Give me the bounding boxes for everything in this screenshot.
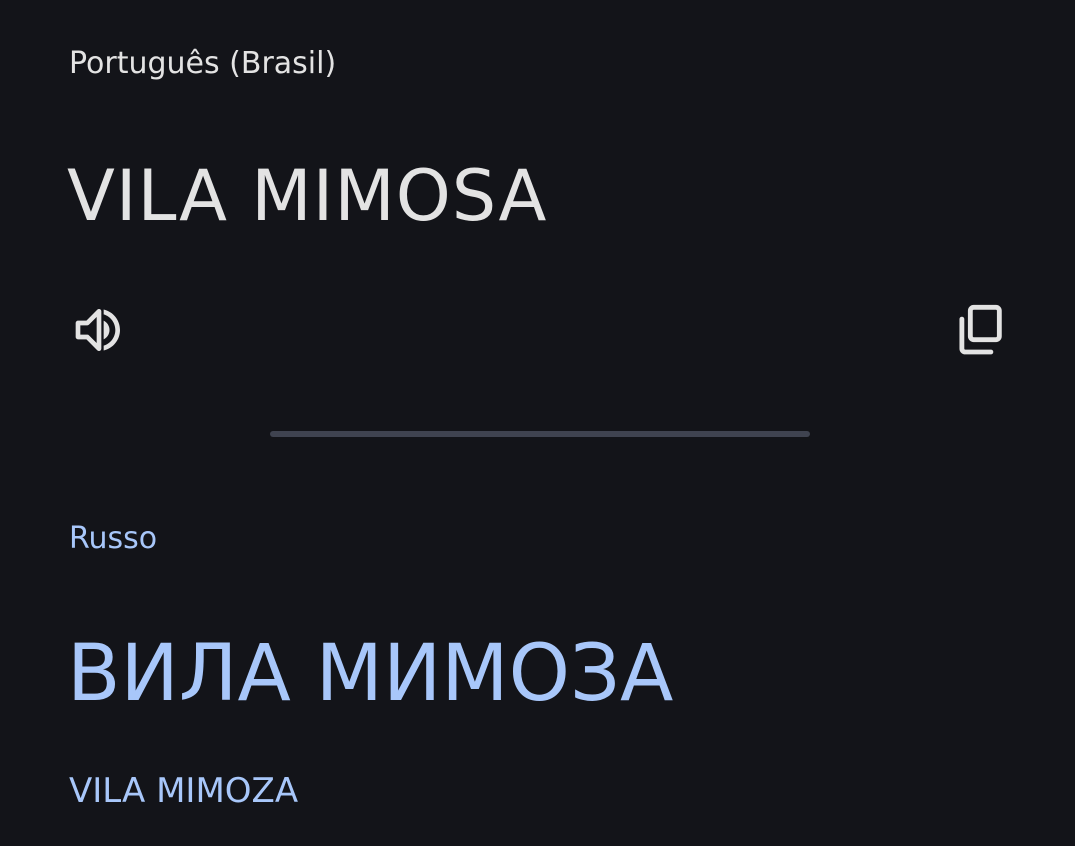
speaker-icon bbox=[71, 302, 127, 358]
translated-text[interactable]: ВИЛА МИМОЗА bbox=[67, 624, 673, 724]
copy-icon bbox=[951, 301, 1009, 359]
listen-button[interactable] bbox=[63, 294, 135, 366]
source-language-label: Português (Brasil) bbox=[69, 46, 337, 81]
transliteration-text: VILA MIMOZA bbox=[69, 771, 299, 811]
copy-button[interactable] bbox=[944, 294, 1016, 366]
panel-divider bbox=[270, 431, 810, 437]
source-text[interactable]: VILA MIMOSA bbox=[67, 151, 547, 241]
target-language-label: Russo bbox=[69, 521, 158, 556]
